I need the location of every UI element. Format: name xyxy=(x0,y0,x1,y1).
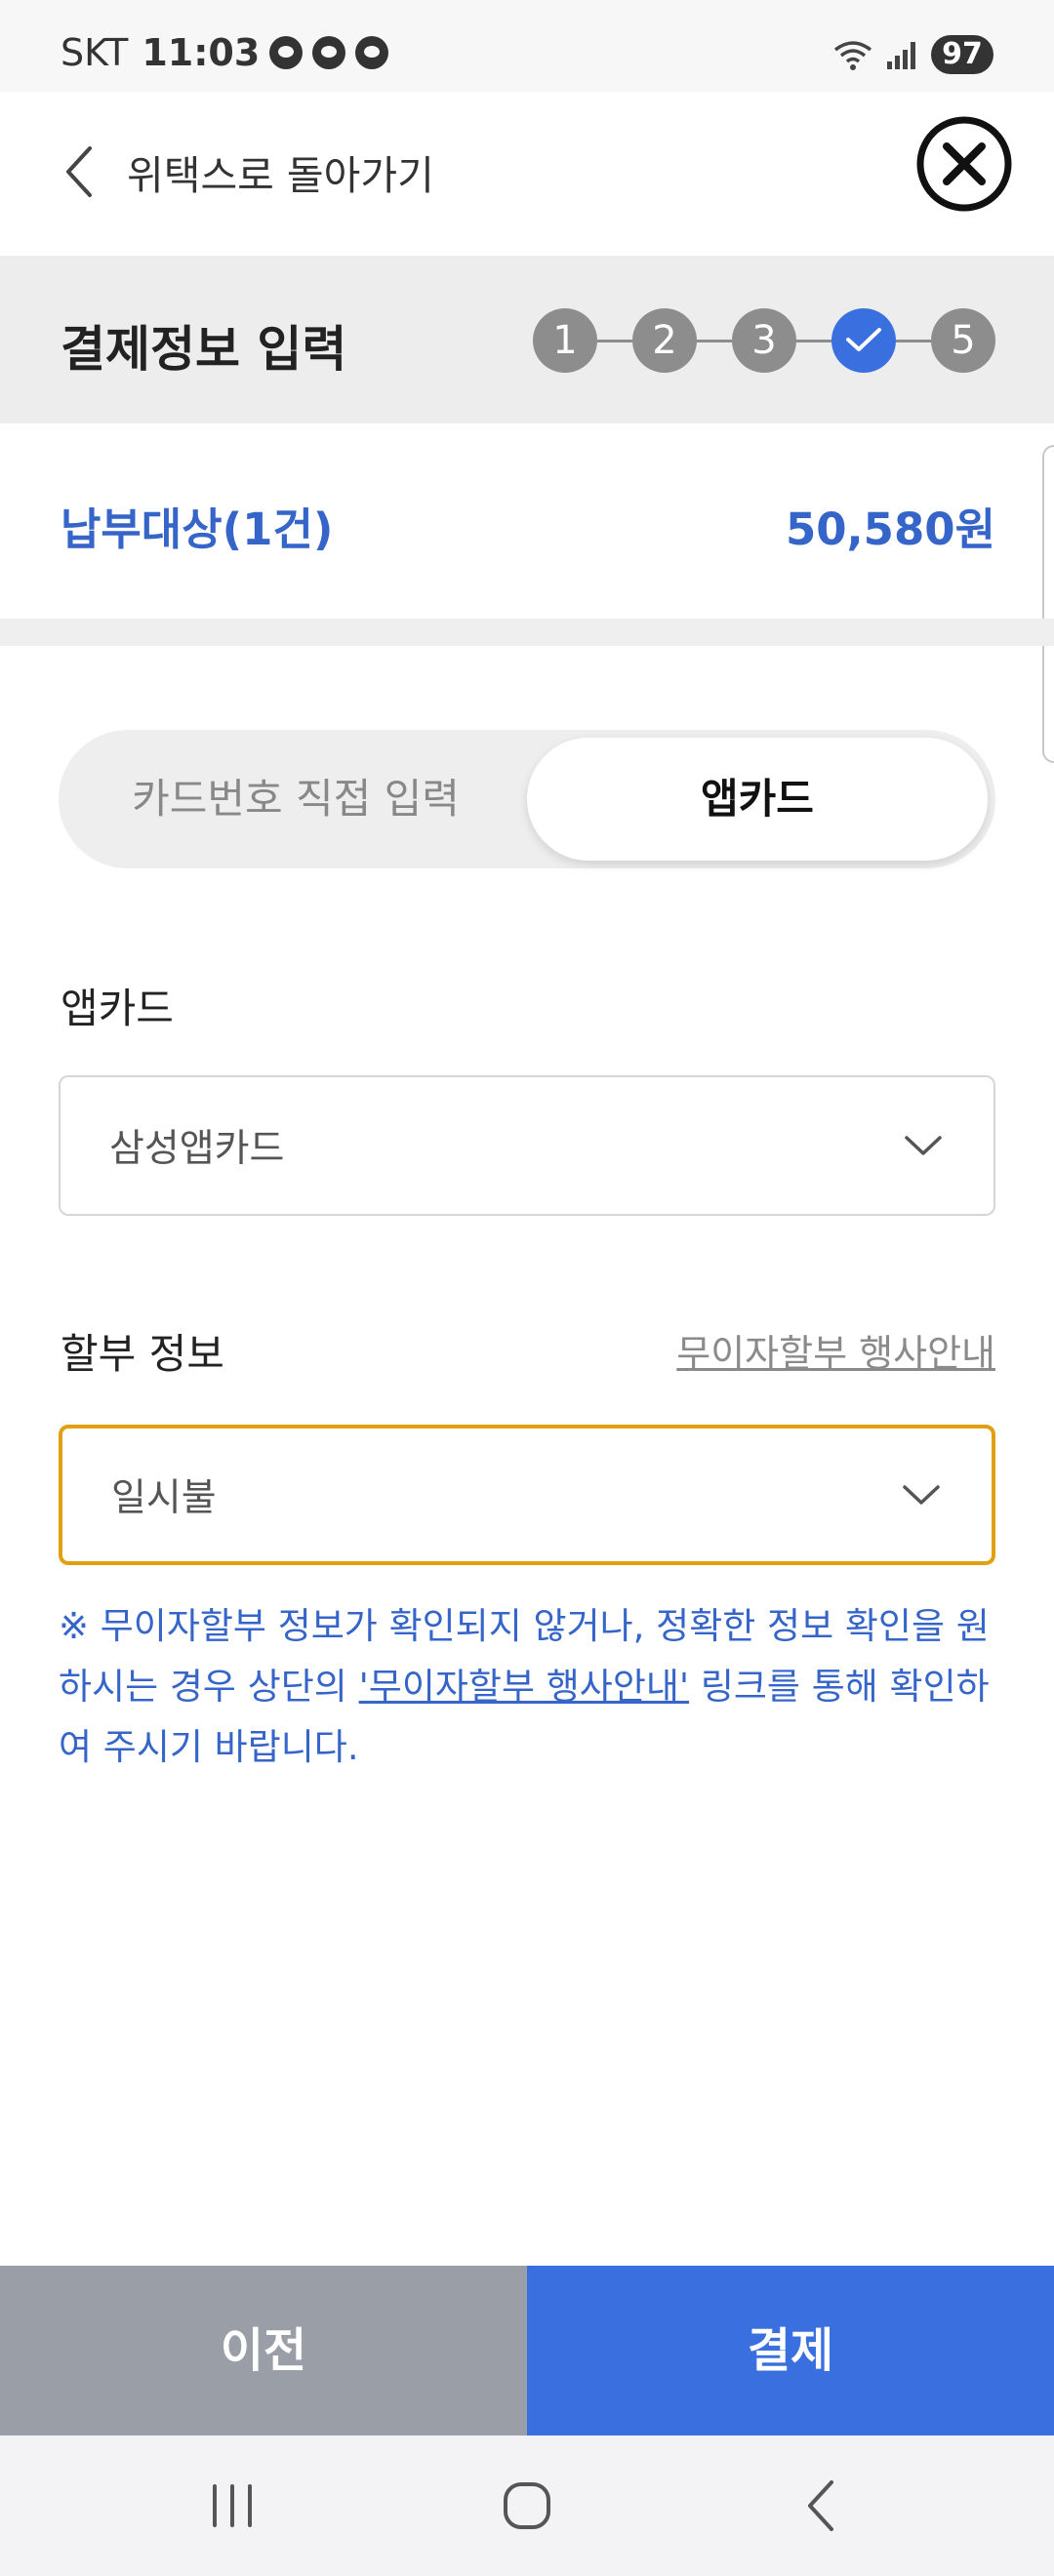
installment-label: 할부 정보 xyxy=(61,1330,224,1378)
chat-notification-icon xyxy=(269,36,304,69)
installment-notice: ※ 무이자할부 정보가 확인되지 않거나, 정확한 정보 확인을 원하시는 경우… xyxy=(59,1596,995,1778)
signal-icon xyxy=(884,40,915,69)
header: 위택스로 돌아가기 xyxy=(0,92,1054,256)
step-5: 5 xyxy=(931,308,995,373)
step-1: 1 xyxy=(533,308,597,373)
payment-amount: 50,580원 xyxy=(785,503,995,555)
installment-select[interactable]: 일시불 xyxy=(59,1425,995,1565)
section-divider xyxy=(0,619,1054,646)
notice-promo-link[interactable]: '무이자할부 행사안내' xyxy=(359,1666,689,1708)
pay-button[interactable]: 결제 xyxy=(527,2266,1054,2435)
payment-target-label: 납부대상(1건) xyxy=(61,503,334,555)
step-3: 3 xyxy=(732,308,796,373)
step-indicator: 1 2 3 5 xyxy=(533,308,995,373)
tab-app-card[interactable]: 앱카드 xyxy=(527,738,988,861)
app-card-value: 삼성앱카드 xyxy=(109,1127,285,1171)
home-icon[interactable] xyxy=(488,2475,566,2537)
installment-value: 일시불 xyxy=(111,1476,217,1520)
back-nav-icon[interactable] xyxy=(783,2475,861,2537)
back-button[interactable]: 위택스로 돌아가기 xyxy=(64,142,434,201)
edge-panel-handle[interactable] xyxy=(1042,445,1054,763)
tab-card-number[interactable]: 카드번호 직접 입력 xyxy=(66,738,525,861)
step-connector xyxy=(796,339,831,342)
payment-target-row: 납부대상(1건) 50,580원 xyxy=(0,423,1054,619)
app-notification-icon xyxy=(355,36,389,69)
clock: 11:03 xyxy=(142,31,261,74)
step-4-current xyxy=(831,308,896,373)
recent-apps-icon[interactable] xyxy=(193,2475,271,2537)
step-bar: 결제정보 입력 1 2 3 5 xyxy=(0,256,1054,423)
step-connector xyxy=(896,339,931,342)
chevron-down-icon xyxy=(905,1136,942,1155)
page-title: 결제정보 입력 xyxy=(61,321,347,378)
app-card-label: 앱카드 xyxy=(61,985,174,1032)
prev-button[interactable]: 이전 xyxy=(0,2266,527,2435)
chat-notification-icon xyxy=(312,36,346,69)
back-label: 위택스로 돌아가기 xyxy=(127,152,434,199)
close-icon[interactable] xyxy=(915,115,1013,213)
payment-method-tabs: 카드번호 직접 입력 앱카드 xyxy=(59,730,995,868)
chevron-down-icon xyxy=(903,1485,940,1505)
battery-badge: 97 xyxy=(931,35,993,74)
wifi-icon xyxy=(833,41,872,70)
chevron-left-icon xyxy=(66,146,92,197)
check-icon xyxy=(846,328,881,351)
app-card-select[interactable]: 삼성앱카드 xyxy=(59,1075,995,1216)
system-nav-bar xyxy=(0,2435,1054,2576)
interest-free-promo-link[interactable]: 무이자할부 행사안내 xyxy=(676,1323,995,1377)
step-2: 2 xyxy=(632,308,697,373)
status-right: 97 xyxy=(831,35,993,74)
carrier-label: SKT xyxy=(61,31,129,74)
step-connector xyxy=(697,339,732,342)
status-bar: SKT 11:03 97 xyxy=(0,0,1054,92)
status-left: SKT 11:03 xyxy=(61,31,389,74)
step-connector xyxy=(597,339,632,342)
